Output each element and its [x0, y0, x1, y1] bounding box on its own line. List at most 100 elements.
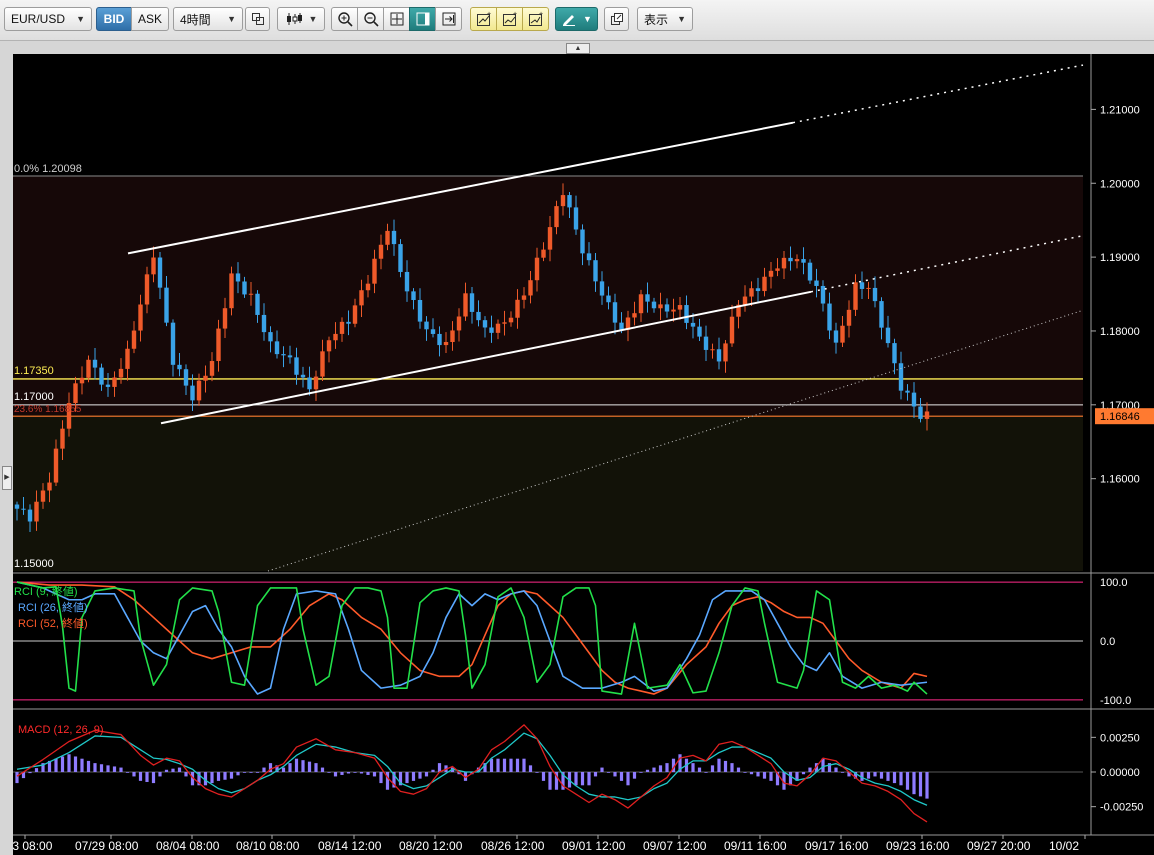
candle-body	[697, 326, 702, 337]
bid-button[interactable]: BID	[96, 7, 132, 31]
macd-histogram-bar	[112, 766, 117, 772]
candle-body	[281, 354, 286, 356]
candle-body	[573, 207, 579, 230]
x-tick-label: 09/11 16:00	[724, 839, 787, 853]
macd-histogram-bar	[899, 772, 903, 786]
chart-type-select[interactable]: ▼	[277, 7, 325, 31]
channel-tool-button[interactable]: +	[496, 7, 523, 31]
macd-histogram-bar	[359, 772, 364, 774]
macd-histogram-bar	[405, 772, 409, 784]
candle-body	[378, 244, 384, 259]
macd-histogram-bar	[301, 760, 305, 772]
macd-histogram-bar	[918, 772, 923, 797]
macd-histogram-bar	[697, 767, 702, 772]
rci-panel: RCI (9, 終値) RCI (26, 終値) RCI (52, 終値)	[13, 581, 1083, 701]
macd-histogram-bar	[60, 756, 65, 772]
candle-body	[502, 322, 507, 324]
macd-histogram-bar	[658, 765, 663, 772]
toolbar: EUR/USD ▼ BID ASK 4時間 ▼ ▼ + + + ▼ 表示 ▼	[0, 0, 1154, 41]
x-tick-label: 09/07 12:00	[643, 839, 707, 853]
svg-text:+: +	[487, 11, 491, 18]
fit-chart-button[interactable]	[383, 7, 410, 31]
candle-body	[710, 349, 715, 351]
candle-body	[164, 287, 169, 323]
macd-histogram-bar	[496, 758, 500, 772]
zoom-in-button[interactable]	[331, 7, 358, 31]
macd-histogram-bar	[216, 772, 221, 781]
macd-histogram-bar	[411, 772, 416, 781]
macd-panel: MACD (12, 26, 9)	[13, 724, 1083, 823]
candle-body	[898, 363, 904, 391]
y-tick-label: 1.16000	[1100, 474, 1140, 486]
candle-body	[794, 259, 800, 262]
candle-body	[346, 321, 351, 324]
candle-body	[872, 287, 878, 302]
chevron-down-icon: ▼	[76, 14, 85, 24]
popout-button[interactable]	[604, 7, 629, 31]
drawing-tools: + + +	[470, 7, 549, 31]
macd-histogram-bar	[645, 769, 650, 772]
candle-body	[79, 377, 85, 384]
svg-text:+: +	[513, 11, 517, 18]
zoom-tools	[331, 7, 462, 31]
panel-right-icon	[416, 12, 429, 26]
candle-body	[684, 305, 689, 323]
macd-histogram-bar	[489, 758, 494, 772]
macd-histogram-bar	[502, 758, 507, 772]
macd-histogram-bar	[327, 772, 331, 773]
ask-button[interactable]: ASK	[131, 7, 169, 31]
candle-body	[612, 302, 618, 323]
macd-histogram-bar	[424, 772, 429, 777]
candle-body	[768, 270, 774, 277]
candle-body	[73, 383, 78, 404]
draw-style-button[interactable]: ▼	[555, 7, 598, 31]
candle-body	[521, 295, 527, 300]
x-tick-label: 08/04 08:00	[156, 839, 220, 853]
chevron-down-icon: ▼	[583, 14, 592, 24]
macd-histogram-bar	[28, 772, 32, 774]
candle-body	[599, 281, 605, 296]
candle-body	[729, 316, 735, 344]
view-menu[interactable]: 表示 ▼	[637, 7, 693, 31]
symbol-select[interactable]: EUR/USD ▼	[4, 7, 92, 31]
macd-histogram-bar	[691, 763, 695, 772]
macd-histogram-bar	[385, 772, 390, 790]
rci-52-line	[16, 581, 928, 695]
trendline-tool-button[interactable]: +	[470, 7, 497, 31]
chart-area[interactable]: 0.0% 1.20098 1.17350 1.17000 23.6% 1.16855 1…	[13, 54, 1154, 855]
candle-body	[664, 304, 670, 312]
macd-histogram-bar	[242, 772, 247, 773]
zoom-out-button[interactable]	[357, 7, 384, 31]
right-margin-button[interactable]	[409, 7, 436, 31]
candle-body	[489, 327, 494, 333]
rci-tick-label: 100.0	[1100, 577, 1128, 589]
macd-histogram-bar	[769, 772, 773, 781]
candle-body	[918, 406, 923, 419]
expand-side-panel-button[interactable]: ▶	[2, 466, 12, 490]
macd-histogram-bar	[366, 772, 370, 775]
macd-histogram-bar	[600, 767, 604, 772]
overlap-icon	[251, 13, 264, 25]
candle-body	[846, 309, 852, 326]
level-label-yellow: 1.17350	[14, 365, 54, 377]
candle-body	[560, 195, 566, 207]
candle-body	[274, 341, 280, 355]
compare-button[interactable]	[245, 7, 270, 31]
macd-histogram-bar	[281, 767, 286, 772]
candle-body	[775, 268, 780, 271]
macd-histogram-bar	[756, 772, 760, 777]
scroll-latest-button[interactable]	[435, 7, 462, 31]
candle-body	[261, 314, 267, 333]
candle-body	[781, 257, 787, 269]
timeframe-select[interactable]: 4時間 ▼	[173, 7, 243, 31]
macd-histogram-bar	[925, 772, 929, 799]
candle-body	[196, 380, 202, 401]
y-tick-label: 1.19000	[1100, 252, 1140, 264]
fit-screen-icon	[390, 12, 403, 26]
candle-body	[742, 296, 748, 305]
macd-histogram-bar	[866, 772, 871, 779]
candle-body	[638, 294, 644, 314]
collapse-toolbar-button[interactable]: ▲	[566, 43, 590, 54]
candle-body	[14, 504, 20, 509]
indicator-tool-button[interactable]: +	[522, 7, 549, 31]
